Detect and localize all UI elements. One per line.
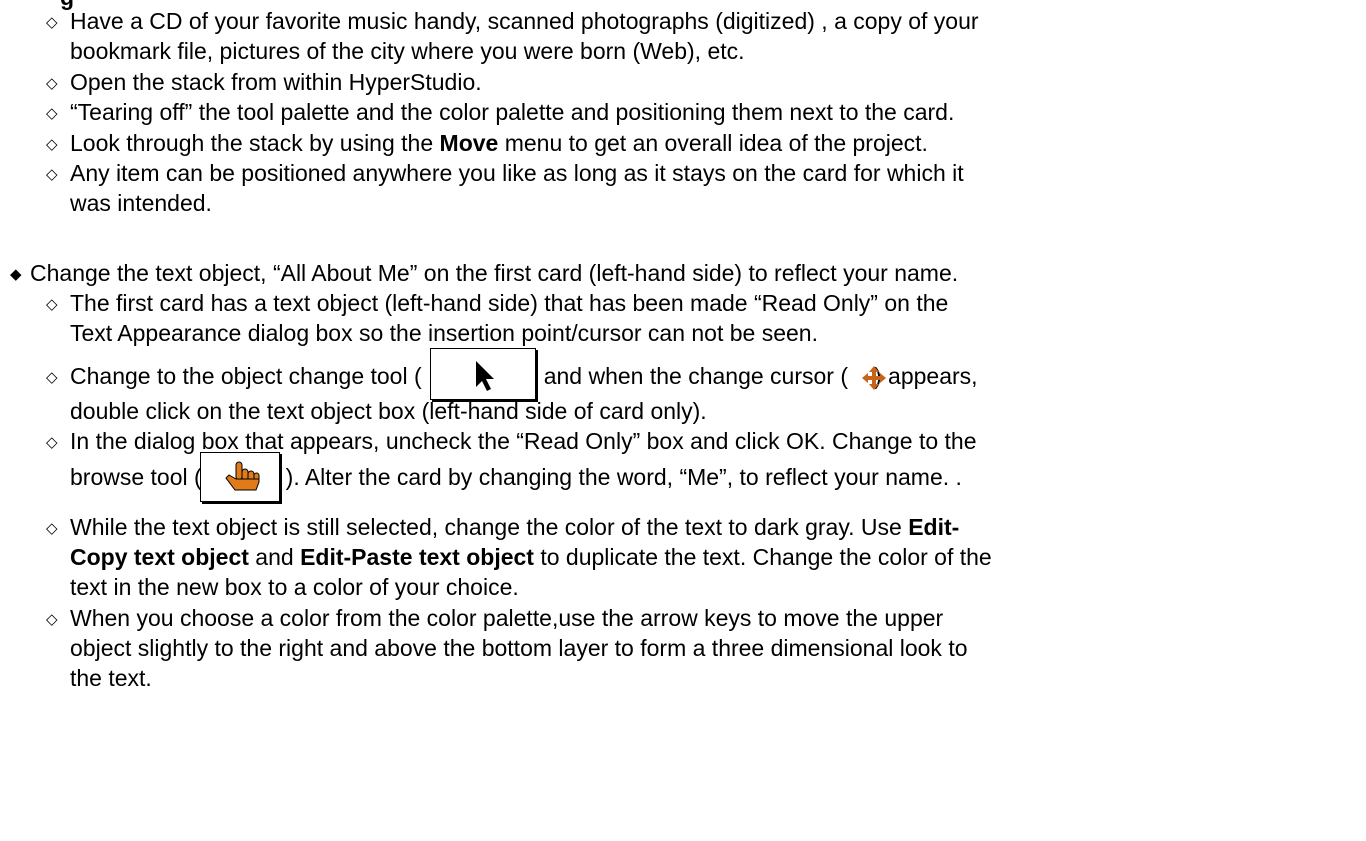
object-change-tool-box xyxy=(430,348,536,400)
text-run: ) and when the change cursor ( xyxy=(529,363,848,389)
open-diamond-icon: ◇ xyxy=(46,519,58,537)
open-diamond-icon: ◇ xyxy=(46,165,58,183)
list-item-line: Open the stack from within HyperStudio. xyxy=(70,69,482,95)
bold-menu-name: Edit-Paste text object xyxy=(300,544,534,570)
open-diamond-icon: ◇ xyxy=(46,610,58,628)
filled-diamond-icon: ◆ xyxy=(10,265,22,283)
list-item-line: “Tearing off” the tool palette and the c… xyxy=(70,99,955,125)
open-diamond-icon: ◇ xyxy=(46,433,58,451)
bold-menu-name: Copy text object xyxy=(70,544,249,570)
open-diamond-icon: ◇ xyxy=(46,368,58,386)
open-diamond-icon: ◇ xyxy=(46,104,58,122)
list-item-line: While the text object is still selected,… xyxy=(70,513,959,541)
list-item-line: text in the new box to a color of your c… xyxy=(70,574,519,600)
text-run: ) appears, xyxy=(874,363,978,389)
list-item-line: When you choose a color from the color p… xyxy=(70,605,944,631)
open-diamond-icon: ◇ xyxy=(46,74,58,92)
text-run: While the text object is still selected,… xyxy=(70,514,909,540)
list-item-line: Look through the stack by using the Move… xyxy=(70,129,928,157)
list-item-line: the text. xyxy=(70,665,152,691)
list-item-line: bookmark file, pictures of the city wher… xyxy=(70,38,745,64)
list-item-line: double click on the text object box (lef… xyxy=(70,398,707,424)
text-run: menu to get an overall idea of the proje… xyxy=(498,130,928,156)
arrow-pointer-icon xyxy=(476,361,494,391)
main-bullet-line: Change the text object, “All About Me” o… xyxy=(30,260,959,286)
text-run: Change to the object change tool ( xyxy=(70,363,422,389)
text-run: browse tool ( xyxy=(70,464,202,490)
open-diamond-icon: ◇ xyxy=(46,135,58,153)
text-run: Look through the stack by using the xyxy=(70,130,440,156)
move-cursor-icon xyxy=(862,366,886,390)
move-menu-name: Move xyxy=(439,130,499,156)
list-item-line: was intended. xyxy=(70,190,212,216)
bold-menu-name: Edit- xyxy=(908,514,960,540)
hand-pointer-icon xyxy=(225,461,260,491)
open-diamond-icon: ◇ xyxy=(46,13,58,31)
list-item-line: Any item can be positioned anywhere you … xyxy=(70,160,964,186)
list-item-line: Have a CD of your favorite music handy, … xyxy=(70,8,979,34)
browse-tool-box xyxy=(200,452,280,502)
list-item-line: In the dialog box that appears, uncheck … xyxy=(70,428,977,454)
text-run: to duplicate the text. Change the color … xyxy=(533,544,992,570)
list-item-line: object slightly to the right and above t… xyxy=(70,635,968,661)
text-run: ). Alter the card by changing the word, … xyxy=(285,464,962,490)
open-diamond-icon: ◇ xyxy=(46,295,58,313)
list-item-line: Text Appearance dialog box so the insert… xyxy=(70,320,818,346)
list-item-line: The first card has a text object (left-h… xyxy=(70,290,949,316)
text-run: and xyxy=(248,544,301,570)
list-item-line: Copy text object and Edit-Paste text obj… xyxy=(70,543,992,571)
